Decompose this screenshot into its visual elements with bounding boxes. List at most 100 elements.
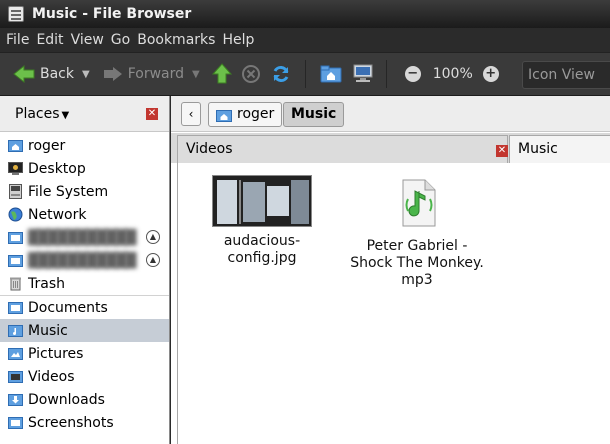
menu-help[interactable]: Help [222,32,254,48]
menu-file[interactable]: File [6,32,29,48]
window-title: Music - File Browser [32,6,192,22]
pictures-folder-icon [8,348,23,360]
breadcrumb-music[interactable]: Music [283,102,345,127]
sidebar-item-drive-1[interactable]: ███████████ ▲ [0,226,169,249]
places-dropdown[interactable]: Places ▼ [15,106,69,122]
file-view: audacious-config.jpg Peter Gabriel - Sho… [177,163,610,444]
sidebar-item-network[interactable]: Network [0,203,169,226]
forward-arrow-icon [103,67,122,81]
sidebar-item-label: Desktop [28,160,86,177]
sidebar-item-label: Screenshots [28,414,114,431]
eject-icon[interactable]: ▲ [146,230,160,244]
network-icon [8,207,23,222]
audio-file-icon [402,179,436,227]
zoom-level: 100% [432,66,473,82]
drive-icon [8,232,23,244]
drive-icon [9,184,22,199]
sidebar-item-pictures[interactable]: Pictures [0,342,169,365]
back-arrow-icon [13,64,35,84]
file-name-line: Shock The Monkey. [350,255,484,271]
tab-music[interactable]: Music [509,135,610,163]
sidebar-item-label: Videos [28,368,75,385]
places-label: Places [15,106,60,122]
toolbar-separator [385,60,387,88]
music-folder-icon [8,325,23,337]
menu-edit[interactable]: Edit [36,32,63,48]
sidebar-item-roger[interactable]: roger [0,134,169,157]
file-name: audacious-config.jpg [223,233,301,266]
tab-videos[interactable]: Videos ✕ [177,135,508,163]
toolbar-separator [304,60,306,88]
menu-bookmarks[interactable]: Bookmarks [137,32,215,48]
breadcrumb-label: roger [237,106,275,122]
stop-icon[interactable] [241,64,261,84]
sidebar-item-downloads[interactable]: Downloads [0,388,169,411]
file-item-audacious-config[interactable]: audacious-config.jpg [192,175,332,267]
sidebar-item-label: Network [28,206,87,223]
zoom-in-icon[interactable]: + [482,66,499,82]
up-arrow-icon[interactable] [211,63,232,85]
toolbar: Back ▼ Forward ▼ − 100% + Icon View [0,52,610,96]
videos-folder-icon [8,371,23,383]
tab-bar: Videos ✕ Music [171,133,610,163]
sidebar-item-documents[interactable]: Documents [0,296,169,319]
main-pane: ‹ roger Music Videos ✕ Music audacious-c… [171,96,610,444]
chevron-down-icon: ▼ [61,110,70,121]
breadcrumb-label: Music [291,106,337,122]
sidebar-item-label: Pictures [28,345,84,362]
sidebar-item-label: roger [28,137,66,154]
close-sidebar-icon[interactable]: ✕ [146,108,158,120]
back-history-chevron-icon[interactable]: ▼ [82,69,90,80]
zoom-out-icon[interactable]: − [404,66,421,82]
sidebar-item-drive-2[interactable]: ███████████ ▲ [0,249,169,272]
places-list: roger Desktop File System Network ██████… [0,134,169,434]
home-folder-icon[interactable] [320,65,342,83]
reload-icon[interactable] [271,64,291,84]
sidebar-item-screenshots[interactable]: Screenshots [0,411,169,434]
file-name-line: Peter Gabriel - [366,238,468,254]
sidebar-item-music[interactable]: Music [0,319,169,342]
tab-label: Videos [186,141,233,157]
computer-icon[interactable] [352,64,374,84]
sidebar-item-trash[interactable]: Trash [0,272,169,295]
menu-view[interactable]: View [71,32,104,48]
home-folder-icon [8,140,23,152]
close-tab-icon[interactable]: ✕ [496,145,508,157]
back-label: Back [40,66,74,82]
back-button[interactable]: Back [12,64,74,84]
view-mode-select[interactable]: Icon View [522,61,610,89]
sidebar-item-label: Documents [28,299,108,316]
desktop-icon [8,162,23,175]
sidebar-item-desktop[interactable]: Desktop [0,157,169,180]
tab-label: Music [518,141,558,157]
sidebar: Places ▼ ✕ roger Desktop File System Netw… [0,96,170,444]
path-left-arrow-icon[interactable]: ‹ [181,102,201,126]
sidebar-item-label-obscured: ███████████ [28,252,136,269]
sidebar-item-label-obscured: ███████████ [28,229,136,246]
path-bar: ‹ roger Music [171,96,610,132]
file-manager-icon [8,6,24,22]
trash-icon [10,277,21,291]
title-bar: Music - File Browser [0,0,610,28]
sidebar-header: Places ▼ ✕ [0,96,169,132]
folder-icon [8,302,23,314]
menu-bar: File Edit View Go Bookmarks Help [0,28,610,52]
sidebar-item-file-system[interactable]: File System [0,180,169,203]
home-folder-icon [216,109,232,122]
forward-button[interactable]: Forward [102,65,184,83]
sidebar-item-label: File System [28,183,109,200]
folder-icon [8,417,23,429]
sidebar-item-label: Downloads [28,391,105,408]
sidebar-item-videos[interactable]: Videos [0,365,169,388]
sidebar-item-label: Trash [28,275,65,292]
forward-label: Forward [127,66,185,82]
breadcrumb-roger[interactable]: roger [208,102,283,127]
file-name-line: mp3 [401,272,433,288]
menu-go[interactable]: Go [111,32,130,48]
sidebar-item-label: Music [28,322,68,339]
file-item-peter-gabriel-mp3[interactable]: Peter Gabriel - Shock The Monkey. mp3 [342,179,492,289]
eject-icon[interactable]: ▲ [146,253,160,267]
drive-icon [8,255,23,267]
downloads-folder-icon [8,394,23,406]
forward-history-chevron-icon[interactable]: ▼ [192,69,200,80]
